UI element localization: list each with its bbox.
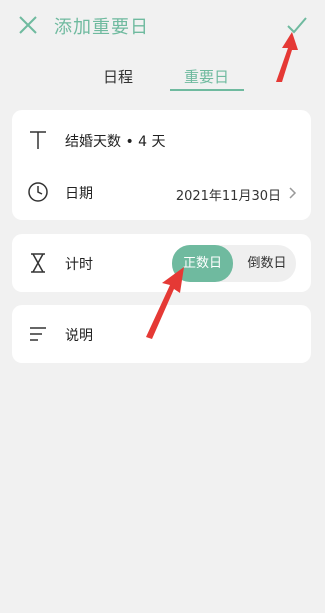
text-t-icon (26, 128, 50, 152)
close-icon[interactable] (14, 11, 42, 39)
chevron-right-icon (287, 185, 297, 199)
countdown-option[interactable]: 倒数日 (238, 245, 296, 282)
tab-schedule[interactable]: 日程 (103, 66, 133, 87)
date-row[interactable]: 日期 2021年11月30日 (12, 167, 311, 217)
date-label: 日期 (65, 186, 93, 202)
title-label: 结婚天数 • 4 天 (65, 134, 166, 150)
tab-underline (170, 89, 244, 91)
count-mode-toggle: 正数日 倒数日 (172, 245, 296, 282)
title-date-card: 结婚天数 • 4 天 日期 2021年11月30日 (12, 110, 311, 220)
page-title: 添加重要日 (54, 17, 149, 38)
arrow-to-toggle (146, 267, 184, 339)
date-value: 2021年11月30日 (175, 189, 281, 204)
lines-icon (26, 322, 50, 346)
note-label: 说明 (65, 328, 93, 344)
clock-icon (26, 180, 50, 204)
arrow-to-check-icon (276, 32, 298, 82)
tab-important-day[interactable]: 重要日 (184, 66, 229, 87)
timer-label: 计时 (65, 257, 93, 273)
title-row[interactable]: 结婚天数 • 4 天 (12, 115, 311, 165)
hourglass-icon (26, 251, 50, 275)
